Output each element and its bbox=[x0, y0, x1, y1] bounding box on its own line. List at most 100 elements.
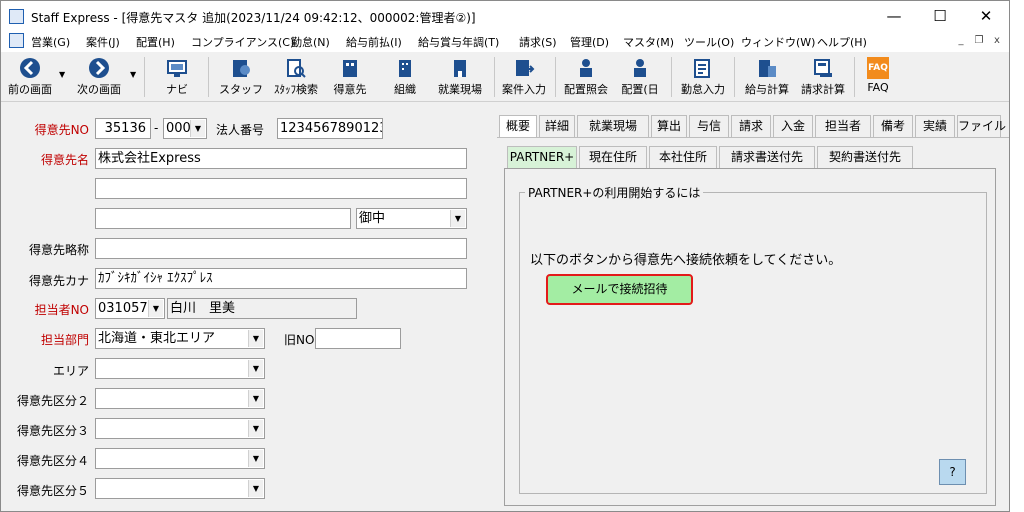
client-icon bbox=[343, 60, 357, 77]
dept-select[interactable]: 北海道・東北エリア ▼ bbox=[95, 328, 265, 349]
subtab-hq-address[interactable]: 本社住所 bbox=[649, 146, 717, 168]
subtab-current-address[interactable]: 現在住所 bbox=[579, 146, 647, 168]
mdi-restore-button[interactable]: ❐ bbox=[971, 34, 987, 49]
client-button[interactable]: 得意先 bbox=[329, 54, 371, 100]
back-dropdown-icon[interactable]: ▼ bbox=[59, 70, 65, 79]
menu-master[interactable]: マスタ(M) bbox=[623, 34, 674, 50]
mdi-minimize-button[interactable]: _ bbox=[953, 34, 969, 49]
case-input-button[interactable]: 案件入力 bbox=[498, 54, 550, 100]
menu-advance[interactable]: 給与前払(I) bbox=[346, 34, 402, 50]
tab-notes[interactable]: 備考 bbox=[873, 115, 913, 137]
menu-payroll[interactable]: 給与賞与年調(T) bbox=[418, 34, 499, 50]
dept-label: 担当部門 bbox=[40, 333, 89, 347]
client-name-field-3[interactable] bbox=[95, 208, 351, 229]
chevron-down-icon[interactable]: ▼ bbox=[248, 330, 263, 347]
navi-button[interactable]: ナビ bbox=[154, 54, 200, 100]
chevron-down-icon[interactable]: ▼ bbox=[248, 480, 263, 497]
billing-calc-button[interactable]: 請求計算 bbox=[797, 54, 849, 100]
kana-field[interactable]: ｶﾌﾞｼｷｶﾞｲｼｬ ｴｸｽﾌﾟﾚｽ bbox=[95, 268, 467, 289]
kana-label: 得意先カナ bbox=[28, 274, 89, 288]
tab-person-in-charge[interactable]: 担当者 bbox=[815, 115, 871, 137]
menu-attendance[interactable]: 勤怠(N) bbox=[291, 34, 330, 50]
partner-groupbox bbox=[519, 192, 987, 494]
subtab-contract-destination[interactable]: 契約書送付先 bbox=[817, 146, 913, 168]
old-no-field[interactable] bbox=[315, 328, 401, 349]
close-button[interactable]: ✕ bbox=[963, 1, 1009, 31]
tab-strip-border bbox=[497, 137, 1009, 138]
subtab-partner[interactable]: PARTNER+ bbox=[507, 146, 577, 168]
maximize-button[interactable]: ☐ bbox=[917, 1, 963, 31]
area-select[interactable]: ▼ bbox=[95, 358, 265, 379]
assign-inquiry-icon bbox=[580, 59, 592, 77]
client-name-field[interactable]: 株式会社Express bbox=[95, 148, 467, 169]
organization-button[interactable]: 組織 bbox=[385, 54, 425, 100]
menu-admin[interactable]: 管理(D) bbox=[570, 34, 609, 50]
help-button[interactable]: ? bbox=[939, 459, 966, 485]
chevron-down-icon[interactable]: ▼ bbox=[248, 420, 263, 437]
chevron-down-icon[interactable]: ▼ bbox=[190, 120, 205, 137]
case-input-icon bbox=[516, 60, 535, 76]
staff-name-field: 白川 里美 bbox=[167, 298, 357, 319]
menu-billing[interactable]: 請求(S) bbox=[519, 34, 557, 50]
tab-credit[interactable]: 与信 bbox=[689, 115, 729, 137]
back-button[interactable]: 前の画面 bbox=[5, 54, 55, 100]
client-branch-select[interactable]: 000 ▼ bbox=[163, 118, 207, 139]
chevron-down-icon[interactable]: ▼ bbox=[248, 390, 263, 407]
tab-work-site[interactable]: 就業現場 bbox=[577, 115, 649, 137]
corp-no-field[interactable]: 1234567890123 bbox=[277, 118, 383, 139]
toolbar-separator bbox=[208, 57, 209, 97]
client-no-field[interactable]: 35136 bbox=[95, 118, 151, 139]
menu-compliance[interactable]: コンプライアンス(C) bbox=[191, 34, 294, 50]
mdi-close-button[interactable]: x bbox=[989, 34, 1005, 49]
menu-help[interactable]: ヘルプ(H) bbox=[817, 34, 867, 50]
staff-button[interactable]: スタッフ bbox=[219, 54, 263, 100]
category2-select[interactable]: ▼ bbox=[95, 388, 265, 409]
short-name-field[interactable] bbox=[95, 238, 467, 259]
category5-select[interactable]: ▼ bbox=[95, 478, 265, 499]
tab-details[interactable]: 詳細 bbox=[539, 115, 575, 137]
menu-tool[interactable]: ツール(O) bbox=[684, 34, 734, 50]
back-arrow-icon bbox=[20, 58, 40, 78]
faq-button[interactable]: FAQ FAQ bbox=[859, 54, 897, 100]
staff-icon bbox=[233, 60, 250, 77]
next-button[interactable]: 次の画面 bbox=[71, 54, 127, 100]
menu-case[interactable]: 案件(J) bbox=[86, 34, 120, 50]
work-site-button[interactable]: 就業現場 bbox=[431, 54, 489, 100]
chevron-down-icon[interactable]: ▼ bbox=[148, 300, 163, 317]
menu-assign[interactable]: 配置(H) bbox=[136, 34, 175, 50]
tab-calculation[interactable]: 算出 bbox=[651, 115, 687, 137]
client-no-label: 得意先NO bbox=[34, 123, 89, 137]
assign-inquiry-button[interactable]: 配置照会 bbox=[560, 54, 612, 100]
staff-search-button[interactable]: ｽﾀｯﾌ検索 bbox=[267, 54, 325, 100]
next-dropdown-icon[interactable]: ▼ bbox=[130, 70, 136, 79]
tab-payment[interactable]: 入金 bbox=[773, 115, 813, 137]
area-label: エリア bbox=[52, 364, 89, 378]
menu-sales[interactable]: 営業(G) bbox=[31, 34, 70, 50]
client-name-field-2[interactable] bbox=[95, 178, 467, 199]
assign-day-button[interactable]: 配置(日 bbox=[617, 54, 663, 100]
chevron-down-icon[interactable]: ▼ bbox=[248, 360, 263, 377]
title-bar: Staff Express - [得意先マスタ 追加(2023/11/24 09… bbox=[1, 1, 1009, 31]
attendance-input-button[interactable]: 勤怠入力 bbox=[677, 54, 729, 100]
staff-no-label: 担当者NO bbox=[34, 303, 89, 317]
chevron-down-icon[interactable]: ▼ bbox=[248, 450, 263, 467]
tab-results[interactable]: 実績 bbox=[915, 115, 955, 137]
category4-select[interactable]: ▼ bbox=[95, 448, 265, 469]
work-site-icon bbox=[454, 60, 466, 77]
tab-billing[interactable]: 請求 bbox=[731, 115, 771, 137]
mail-invite-button[interactable]: メールで接続招待 bbox=[546, 274, 693, 305]
minimize-button[interactable]: — bbox=[871, 1, 917, 31]
partner-message: 以下のボタンから得意先へ接続依頼をしてください。 bbox=[530, 253, 842, 268]
staff-no-select[interactable]: 031057 ▼ bbox=[95, 298, 165, 319]
tab-file[interactable]: ファイル bbox=[957, 115, 1006, 137]
tab-overview[interactable]: 概要 bbox=[499, 115, 537, 137]
honorific-select[interactable]: 御中 ▼ bbox=[356, 208, 467, 229]
payroll-button[interactable]: 給与計算 bbox=[741, 54, 793, 100]
app-window: Staff Express - [得意先マスタ 追加(2023/11/24 09… bbox=[0, 0, 1010, 512]
menu-bar: 営業(G) 案件(J) 配置(H) コンプライアンス(C) 勤怠(N) 給与前払… bbox=[1, 31, 1009, 52]
subtab-invoice-destination[interactable]: 請求書送付先 bbox=[719, 146, 815, 168]
category3-select[interactable]: ▼ bbox=[95, 418, 265, 439]
chevron-down-icon[interactable]: ▼ bbox=[450, 210, 465, 227]
toolbar-separator bbox=[671, 57, 672, 97]
menu-window[interactable]: ウィンドウ(W) bbox=[741, 34, 815, 50]
